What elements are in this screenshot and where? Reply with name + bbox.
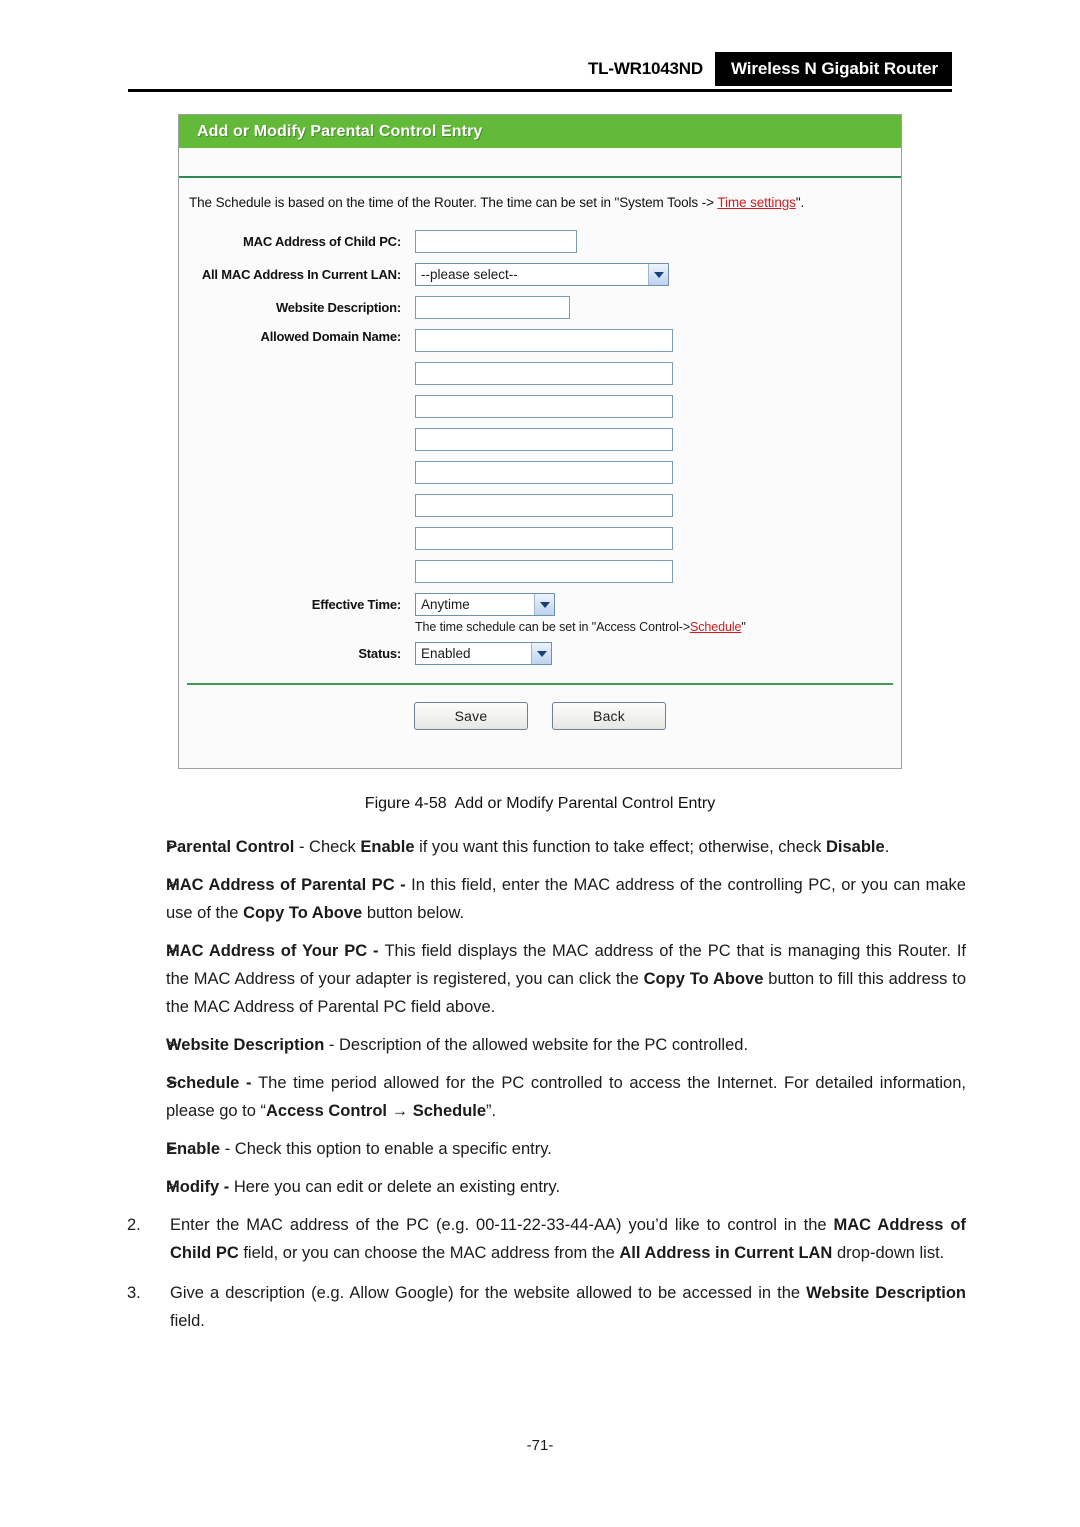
numbered-list: 2. Enter the MAC address of the PC (e.g. …: [114, 1211, 966, 1335]
numbered-item-text: Enter the MAC address of the PC (e.g. 00…: [170, 1216, 966, 1262]
effective-time-select[interactable]: Anytime: [415, 593, 555, 616]
header-rule: [128, 89, 952, 92]
time-settings-link[interactable]: Time settings: [717, 195, 796, 210]
allowed-domain-input[interactable]: [415, 494, 673, 517]
router-model-label: TL-WR1043ND: [588, 59, 703, 78]
lan-select-value: --please select--: [421, 267, 518, 282]
allowed-domain-input[interactable]: [415, 395, 673, 418]
effective-time-label: Effective Time:: [311, 597, 401, 612]
schedule-note: The Schedule is based on the time of the…: [179, 178, 901, 210]
bullet-text: Modify - Here you can edit or delete an …: [166, 1178, 561, 1196]
bullet-item: ➢ Modify - Here you can edit or delete an…: [114, 1173, 966, 1201]
bullet-item: ➢ Website Description - Description of th…: [114, 1031, 966, 1059]
bullet-arrow-icon: ➢: [166, 1036, 179, 1053]
bullet-arrow-icon: ➢: [166, 1178, 179, 1195]
panel-title: Add or Modify Parental Control Entry: [197, 122, 483, 140]
bullet-text: Schedule - The time period allowed for t…: [166, 1074, 966, 1120]
allowed-domain-label: Allowed Domain Name:: [260, 329, 402, 344]
mac-child-input[interactable]: [415, 230, 577, 253]
bullet-arrow-icon: ➢: [166, 1074, 179, 1091]
schedule-help-suffix: ": [741, 620, 746, 634]
schedule-help-prefix: The time schedule can be set in "Access …: [415, 620, 691, 634]
mac-child-label: MAC Address of Child PC:: [243, 234, 401, 249]
parental-control-form: MAC Address of Child PC: All MAC Address…: [179, 230, 901, 665]
schedule-note-prefix: The Schedule is based on the time of the…: [189, 195, 718, 210]
bullet-item: ➢ MAC Address of Parental PC - In this fi…: [114, 871, 966, 927]
chevron-down-icon[interactable]: [531, 643, 551, 664]
bullet-text: MAC Address of Parental PC - In this fie…: [166, 876, 966, 922]
website-description-label: Website Description:: [275, 300, 401, 315]
panel-footer-divider: [187, 683, 893, 685]
field-row-mac-child: MAC Address of Child PC:: [179, 230, 901, 253]
page-header: TL-WR1043ND Wireless N Gigabit Router: [128, 52, 952, 92]
bullet-text: Parental Control - Check Enable if you w…: [166, 838, 890, 856]
bullet-arrow-icon: ➢: [166, 838, 179, 855]
numbered-item-text: Give a description (e.g. Allow Google) f…: [170, 1284, 966, 1330]
website-description-input[interactable]: [415, 296, 570, 319]
page-number: -71-: [526, 1437, 554, 1454]
field-row-lan: All MAC Address In Current LAN: --please…: [179, 263, 901, 286]
back-button[interactable]: Back: [552, 702, 666, 730]
bullet-arrow-icon: ➢: [166, 876, 179, 893]
allowed-domain-list: [415, 329, 901, 583]
allowed-domain-input[interactable]: [415, 461, 673, 484]
schedule-help-text: The time schedule can be set in "Access …: [415, 620, 901, 634]
bullet-list: ➢ Parental Control - Check Enable if you …: [114, 833, 966, 1201]
figure-number: Figure 4-58: [364, 795, 447, 812]
allowed-domain-input[interactable]: [415, 560, 673, 583]
numbered-item-marker: 3.: [127, 1284, 141, 1302]
effective-time-value: Anytime: [421, 597, 470, 612]
figure-caption: Figure 4-58 Add or Modify Parental Contro…: [0, 795, 1080, 813]
panel-titlebar: Add or Modify Parental Control Entry: [179, 115, 901, 148]
allowed-domain-input[interactable]: [415, 362, 673, 385]
field-row-status: Status: Enabled: [179, 642, 901, 665]
schedule-note-suffix: ".: [795, 195, 805, 210]
status-label: Status:: [358, 646, 401, 661]
figure-caption-text: Add or Modify Parental Control Entry: [454, 795, 716, 812]
bullet-item: ➢ Enable - Check this option to enable a …: [114, 1135, 966, 1163]
bullet-text: Enable - Check this option to enable a s…: [166, 1140, 552, 1158]
status-select[interactable]: Enabled: [415, 642, 552, 665]
chevron-down-icon[interactable]: [534, 594, 554, 615]
allowed-domain-input[interactable]: [415, 527, 673, 550]
router-product-label: Wireless N Gigabit Router: [714, 52, 952, 86]
schedule-link[interactable]: Schedule: [690, 620, 741, 634]
field-row-schedule-help: The time schedule can be set in "Access …: [179, 616, 901, 642]
panel-subbar: [179, 148, 901, 178]
status-value: Enabled: [421, 646, 471, 661]
bullet-item: ➢ MAC Address of Your PC - This field dis…: [114, 937, 966, 1021]
panel-button-row: Save Back: [179, 702, 901, 730]
numbered-item: 3. Give a description (e.g. Allow Google)…: [114, 1279, 966, 1335]
bullet-text: MAC Address of Your PC - This field disp…: [166, 942, 966, 1016]
bullet-item: ➢ Schedule - The time period allowed for …: [114, 1069, 966, 1125]
numbered-item: 2. Enter the MAC address of the PC (e.g. …: [114, 1211, 966, 1267]
bullet-arrow-icon: ➢: [166, 942, 179, 959]
bullet-text: Website Description - Description of the…: [166, 1036, 749, 1054]
numbered-item-marker: 2.: [127, 1216, 141, 1234]
document-body: ➢ Parental Control - Check Enable if you …: [114, 833, 966, 1347]
allowed-domain-input[interactable]: [415, 329, 673, 352]
chevron-down-icon[interactable]: [648, 264, 668, 285]
field-row-description: Website Description:: [179, 296, 901, 319]
field-row-effective-time: Effective Time: Anytime: [179, 593, 901, 616]
lan-label: All MAC Address In Current LAN:: [201, 267, 401, 282]
allowed-domain-input[interactable]: [415, 428, 673, 451]
bullet-item: ➢ Parental Control - Check Enable if you …: [114, 833, 966, 861]
lan-select[interactable]: --please select--: [415, 263, 669, 286]
save-button[interactable]: Save: [414, 702, 528, 730]
parental-control-panel: Add or Modify Parental Control Entry The…: [178, 114, 902, 769]
bullet-arrow-icon: ➢: [166, 1140, 179, 1157]
field-row-domain: Allowed Domain Name:: [179, 329, 901, 583]
